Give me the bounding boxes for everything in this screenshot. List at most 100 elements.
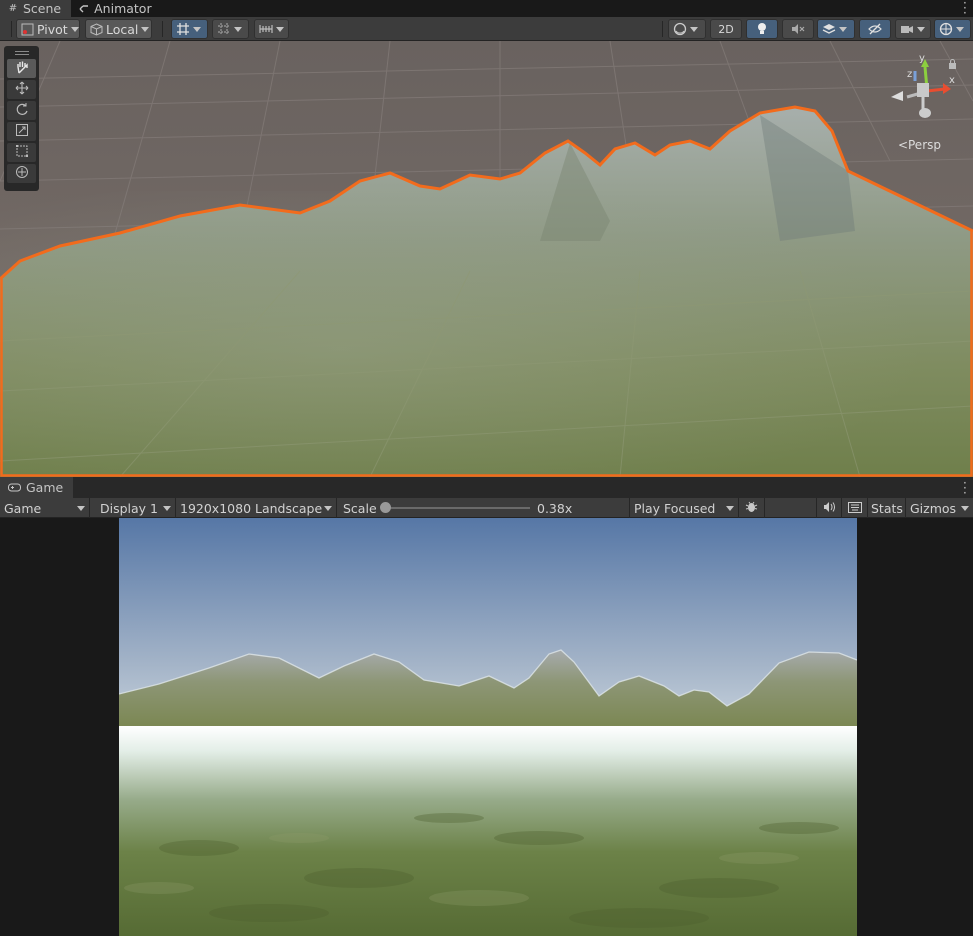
- chevron-down-icon: [276, 26, 284, 32]
- mode-2d-toggle[interactable]: 2D: [710, 19, 742, 39]
- game-gizmos-label: Gizmos: [910, 500, 957, 516]
- chevron-down-icon: [324, 506, 332, 511]
- camera-icon: [900, 22, 914, 36]
- rotate-tool-button[interactable]: [7, 101, 36, 120]
- shading-sphere-icon: [673, 22, 687, 36]
- transform-tool-button[interactable]: [7, 164, 36, 183]
- cube-icon: [90, 22, 103, 36]
- bug-icon: [745, 500, 758, 516]
- speaker-icon: [823, 501, 836, 516]
- mute-icon: [791, 22, 805, 36]
- mute-audio-button[interactable]: [816, 498, 842, 518]
- local-label: Local: [106, 21, 139, 37]
- rotate-icon: [15, 102, 29, 119]
- pivot-label: Pivot: [37, 21, 68, 37]
- scene-tab-menu-icon[interactable]: · · ·: [963, 0, 967, 19]
- animator-icon: [79, 4, 89, 14]
- tab-scene-label: Scene: [23, 1, 62, 16]
- display-label: Display 1: [100, 500, 159, 516]
- game-render: [119, 518, 857, 936]
- rect-transform-icon: [15, 144, 29, 161]
- toolbar-separator: [162, 21, 163, 37]
- chevron-down-icon: [234, 26, 242, 32]
- tab-animator[interactable]: Animator: [71, 0, 161, 17]
- toolbar-separator: [11, 21, 12, 37]
- scene-viewport[interactable]: y x z <Persp: [0, 41, 973, 477]
- chevron-down-icon: [70, 26, 79, 32]
- tab-game-label: Game: [26, 480, 64, 495]
- stats-label: Stats: [871, 500, 903, 516]
- chevron-down-icon: [193, 26, 201, 32]
- scale-slider-thumb[interactable]: [380, 502, 391, 513]
- tab-game[interactable]: Game: [0, 477, 74, 498]
- lightbulb-icon: [755, 22, 769, 36]
- ruler-snap-button[interactable]: [254, 19, 289, 39]
- projection-toggle[interactable]: <Persp: [898, 138, 941, 152]
- rect-tool-button[interactable]: [7, 143, 36, 162]
- scale-label: Scale: [343, 500, 377, 516]
- lighting-toggle[interactable]: [746, 19, 778, 39]
- resolution-dropdown[interactable]: 1920x1080 Landscape: [176, 498, 337, 518]
- play-mode-dropdown[interactable]: Play Focused: [629, 498, 739, 518]
- frame-debugger-button[interactable]: [739, 498, 765, 518]
- scene-render: [0, 41, 973, 477]
- stats-button[interactable]: Stats: [868, 498, 906, 518]
- chevron-down-icon: [690, 26, 698, 32]
- lock-icon[interactable]: [948, 58, 957, 72]
- chevron-down-icon: [141, 26, 150, 32]
- gizmo-globe-icon: [939, 22, 953, 36]
- chevron-down-icon: [77, 506, 85, 511]
- effects-dropdown[interactable]: [817, 19, 855, 39]
- game-viewport[interactable]: [0, 518, 973, 936]
- shortcuts-button[interactable]: [842, 498, 868, 518]
- toolbar-separator: [662, 21, 663, 37]
- transform-icon: [15, 165, 29, 182]
- hand-icon: [15, 60, 29, 77]
- chevron-down-icon: [726, 506, 734, 511]
- keyboard-icon: [847, 501, 862, 516]
- increment-snap-icon: [217, 22, 231, 36]
- audio-toggle[interactable]: [782, 19, 814, 39]
- scale-value: 0.38x: [537, 501, 573, 516]
- scale-tool-button[interactable]: [7, 122, 36, 141]
- gamepad-icon: [8, 483, 21, 493]
- scene-toolbar: Pivot Local 2D: [0, 17, 973, 41]
- display-dropdown[interactable]: Display 1: [96, 498, 176, 518]
- game-scene-image: [119, 518, 857, 936]
- scale-slider-track[interactable]: [386, 507, 530, 509]
- game-tabbar: Game · · ·: [0, 477, 973, 499]
- hash-icon: #: [8, 3, 18, 14]
- move-tool-button[interactable]: [7, 80, 36, 99]
- tab-scene[interactable]: # Scene: [0, 0, 72, 17]
- grid-snap-button[interactable]: [171, 19, 208, 39]
- layers-icon: [822, 22, 836, 36]
- camera-dropdown[interactable]: [895, 19, 931, 39]
- pivot-icon: [21, 22, 34, 36]
- game-gizmos-dropdown[interactable]: Gizmos: [906, 498, 973, 518]
- chevron-down-icon: [961, 506, 969, 511]
- gizmos-dropdown[interactable]: [934, 19, 971, 39]
- panel-grip-icon[interactable]: [7, 49, 36, 57]
- persp-arrow-icon: <: [897, 138, 908, 152]
- chevron-down-icon: [917, 26, 925, 32]
- gizmo-z-label: z: [907, 69, 912, 80]
- view-mode-dropdown[interactable]: Game: [0, 498, 90, 518]
- local-dropdown[interactable]: Local: [85, 19, 152, 39]
- increment-snap-button[interactable]: [212, 19, 249, 39]
- grid-snap-icon: [176, 22, 190, 36]
- play-mode-label: Play Focused: [634, 500, 716, 516]
- tab-animator-label: Animator: [94, 1, 152, 16]
- pivot-dropdown[interactable]: Pivot: [16, 19, 80, 39]
- shading-mode-dropdown[interactable]: [668, 19, 706, 39]
- game-toolbar: Game Display 1 1920x1080 Landscape Scale…: [0, 498, 973, 518]
- tools-overlay: [4, 46, 39, 191]
- scale-icon: [15, 123, 29, 140]
- hand-tool-button[interactable]: [7, 59, 36, 78]
- scene-visibility-toggle[interactable]: [859, 19, 891, 39]
- game-tab-menu-icon[interactable]: · · ·: [963, 477, 967, 499]
- scene-tabbar: # Scene Animator · · ·: [0, 0, 973, 19]
- persp-label: Persp: [908, 138, 941, 152]
- gizmo-y-label: y: [919, 53, 925, 64]
- gizmo-x-label: x: [949, 75, 955, 86]
- resolution-label: 1920x1080 Landscape: [180, 500, 323, 516]
